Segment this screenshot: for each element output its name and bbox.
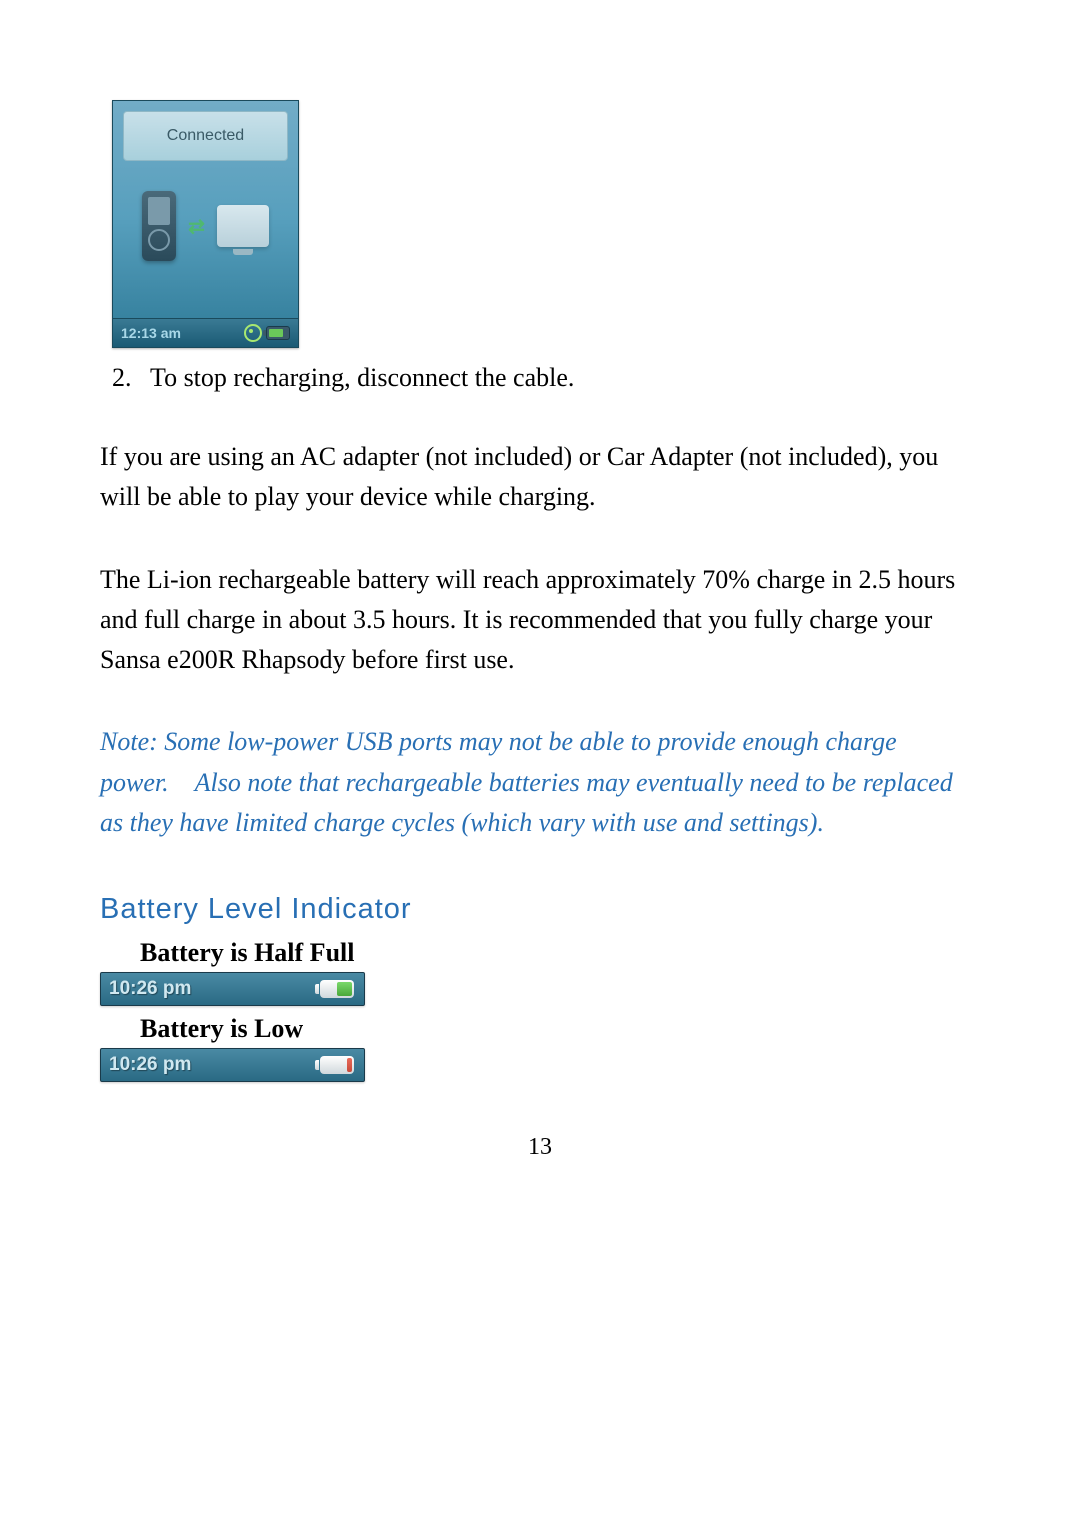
status-time-half: 10:26 pm [109,978,191,1000]
mp3-player-icon [142,191,176,261]
list-number: 2. [112,358,150,397]
device-status-icons [244,324,290,342]
device-status-bar: 12:13 am [113,318,298,347]
paragraph-adapter: If you are using an AC adapter (not incl… [100,437,980,518]
status-time-low: 10:26 pm [109,1054,191,1076]
document-page: Connected ⇄ 12:13 am 2. To stop rechargi… [0,0,1080,1161]
page-number: 13 [100,1134,980,1161]
paragraph-charging: The Li-ion rechargeable battery will rea… [100,560,980,681]
note-paragraph: Note: Some low-power USB ports may not b… [100,722,980,843]
device-time: 12:13 am [121,325,181,341]
status-bar-half: 10:26 pm [100,972,365,1006]
sync-status-icon [244,324,262,342]
connected-device-screenshot: Connected ⇄ 12:13 am [112,100,299,348]
device-sync-graphic: ⇄ [113,161,298,291]
battery-low-label: Battery is Low [140,1014,980,1044]
battery-indicator-heading: Battery Level Indicator [100,893,980,926]
battery-half-label: Battery is Half Full [140,938,980,968]
connected-label: Connected [167,127,244,145]
device-header-bar: Connected [123,111,288,161]
status-bar-low: 10:26 pm [100,1048,365,1082]
battery-charging-icon [266,326,290,340]
battery-low-icon [320,1056,354,1074]
battery-half-icon [320,980,354,998]
monitor-icon [217,205,269,247]
sync-arrows-icon: ⇄ [188,214,205,239]
list-item-2: 2. To stop recharging, disconnect the ca… [112,358,980,397]
list-text: To stop recharging, disconnect the cable… [150,358,574,397]
